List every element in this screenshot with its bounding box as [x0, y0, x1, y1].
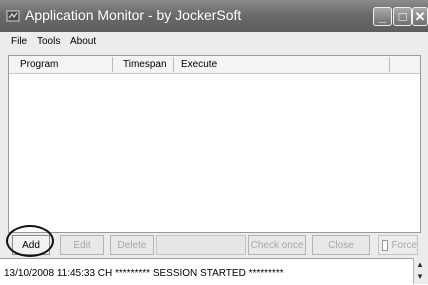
log-panel: 13/10/2008 11:45:33 CH ********* SESSION… [0, 258, 428, 285]
list-header: Program Timespan Execute [9, 56, 420, 74]
menu-about[interactable]: About [70, 36, 96, 47]
program-list[interactable]: Program Timespan Execute [8, 55, 421, 233]
window-title: Application Monitor - by JockerSoft [25, 7, 242, 23]
title-bar[interactable]: Application Monitor - by JockerSoft _ □ … [0, 0, 428, 32]
up-arrow-icon[interactable]: ▲ [416, 261, 424, 269]
minimize-button[interactable]: _ [373, 7, 392, 26]
column-divider[interactable] [173, 57, 174, 72]
down-arrow-icon[interactable]: ▼ [416, 273, 424, 281]
force-checkbox[interactable]: Force [378, 235, 418, 255]
edit-button[interactable]: Edit [60, 235, 104, 255]
delete-button[interactable]: Delete [110, 235, 154, 255]
column-execute[interactable]: Execute [181, 59, 217, 70]
log-line: 13/10/2008 11:45:33 CH ********* SESSION… [4, 268, 284, 279]
highlight-circle [6, 225, 54, 257]
check-once-button[interactable]: Check once [248, 235, 306, 255]
column-divider[interactable] [112, 57, 113, 72]
maximize-button[interactable]: □ [393, 7, 412, 26]
checkbox-icon[interactable] [382, 239, 389, 251]
log-scrollbar[interactable]: ▲ ▼ [413, 258, 428, 284]
close-window-button[interactable]: ✕ [412, 7, 428, 26]
menu-file[interactable]: File [11, 36, 27, 47]
menu-bar: File Tools About [0, 32, 428, 52]
button-spacer [156, 235, 246, 255]
app-icon [6, 10, 20, 22]
close-button[interactable]: Close [312, 235, 370, 255]
column-divider[interactable] [389, 57, 390, 72]
column-timespan[interactable]: Timespan [123, 59, 167, 70]
force-label: Force [391, 239, 417, 251]
column-program[interactable]: Program [20, 59, 58, 70]
app-window: Application Monitor - by JockerSoft _ □ … [0, 0, 428, 285]
menu-tools[interactable]: Tools [37, 36, 60, 47]
